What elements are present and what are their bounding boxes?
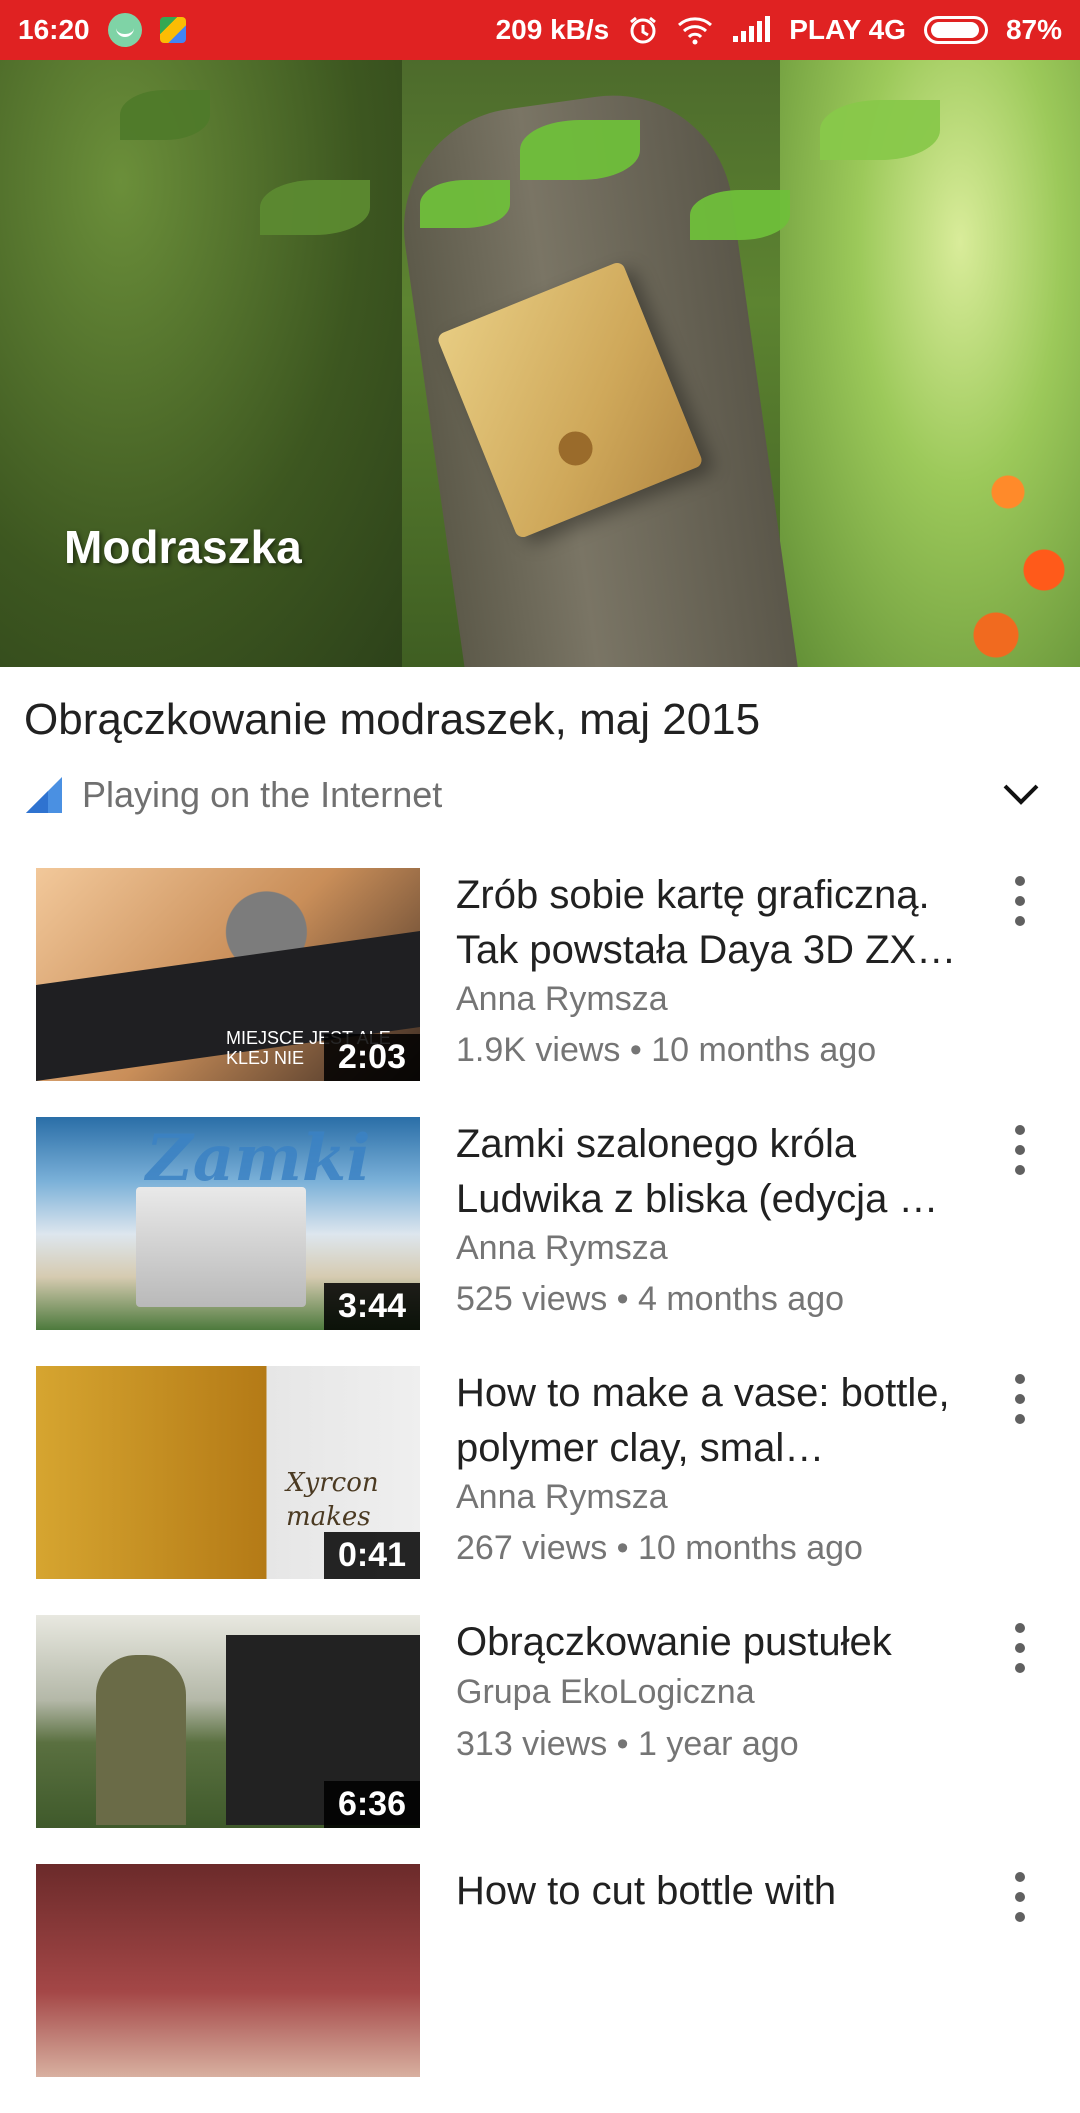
list-item[interactable]: 6:36 Obrączkowanie pustułek Grupa EkoLog… [0, 1615, 1080, 1864]
channel-name: Anna Rymsza [456, 1478, 668, 1516]
carrier-label: PLAY 4G [789, 14, 906, 45]
video-player[interactable]: Modraszka [0, 60, 1080, 667]
video-title[interactable]: How to make a vase: bottle, polymer clay… [456, 1366, 966, 1476]
playback-source-icon [24, 775, 64, 815]
video-thumbnail[interactable]: MIEJSCE JEST ALE KLEJ NIE 2:03 [36, 868, 420, 1081]
channel-name: Grupa EkoLogiczna [456, 1673, 755, 1711]
thumbnail-caption: Xyrcon makes [286, 1468, 379, 1532]
video-meta: 313 views • 1 year ago [456, 1725, 799, 1763]
list-item[interactable]: Zamki 3:44 Zamki szalonego króla Ludwika… [0, 1117, 1080, 1366]
related-videos-list: MIEJSCE JEST ALE KLEJ NIE 2:03 Zrób sobi… [0, 868, 1080, 2113]
status-time: 16:20 [18, 14, 90, 45]
expand-chevron-icon[interactable] [998, 772, 1044, 818]
flowers [960, 440, 1080, 667]
list-item[interactable]: MIEJSCE JEST ALE KLEJ NIE 2:03 Zrób sobi… [0, 868, 1080, 1117]
player-overlay-text: Modraszka [64, 521, 302, 573]
video-title[interactable]: Zrób sobie kartę graficzną. Tak powstała… [456, 868, 966, 978]
video-thumbnail[interactable]: Xyrcon makes 0:41 [36, 1366, 420, 1579]
video-title[interactable]: Obrączkowanie pustułek [456, 1615, 966, 1670]
channel-name: Anna Rymsza [456, 980, 668, 1018]
video-title[interactable]: How to cut bottle with [456, 1864, 966, 1919]
signal-icon [731, 16, 771, 44]
duration-badge: 3:44 [323, 1283, 420, 1330]
list-item[interactable]: Xyrcon makes 0:41 How to make a vase: bo… [0, 1366, 1080, 1615]
duration-badge: 0:41 [323, 1532, 420, 1579]
video-thumbnail[interactable] [36, 1864, 420, 2077]
playback-source-row: Playing on the Internet [24, 770, 1044, 820]
video-meta: 1.9K views • 10 months ago [456, 1031, 877, 1069]
status-bar: 16:20 209 kB/s PLAY 4G 87% [0, 0, 1080, 60]
more-options-icon[interactable] [1000, 876, 1040, 926]
leaf [120, 90, 210, 140]
leaf [260, 180, 370, 235]
more-options-icon[interactable] [1000, 1872, 1040, 1922]
leaf [690, 190, 790, 240]
network-speed: 209 kB/s [495, 14, 610, 45]
channel-name: Anna Rymsza [456, 1229, 668, 1267]
more-options-icon[interactable] [1000, 1374, 1040, 1424]
thumbnail-caption: Zamki [146, 1121, 371, 1196]
more-options-icon[interactable] [1000, 1623, 1040, 1673]
maps-notification-icon [159, 17, 186, 43]
battery-percent: 87% [1005, 14, 1062, 45]
duration-badge: 6:36 [323, 1781, 420, 1828]
leaf [820, 100, 940, 160]
leaf [420, 180, 510, 228]
video-meta: 267 views • 10 months ago [456, 1529, 863, 1567]
leaf [520, 120, 640, 180]
more-options-icon[interactable] [1000, 1125, 1040, 1175]
alarm-icon [627, 14, 659, 46]
video-title: Obrączkowanie modraszek, maj 2015 [24, 695, 761, 744]
player-foliage-panel [0, 60, 402, 667]
battery-icon [923, 16, 988, 44]
video-meta: 525 views • 4 months ago [456, 1280, 845, 1318]
wifi-icon [677, 15, 713, 45]
duration-badge: 2:03 [323, 1034, 420, 1081]
video-thumbnail[interactable]: Zamki 3:44 [36, 1117, 420, 1330]
list-item[interactable]: How to cut bottle with [0, 1864, 1080, 2113]
video-thumbnail[interactable]: 6:36 [36, 1615, 420, 1828]
video-title[interactable]: Zamki szalonego króla Ludwika z bliska (… [456, 1117, 966, 1227]
playback-source-text: Playing on the Internet [82, 774, 443, 815]
app-notification-icon [107, 13, 142, 47]
